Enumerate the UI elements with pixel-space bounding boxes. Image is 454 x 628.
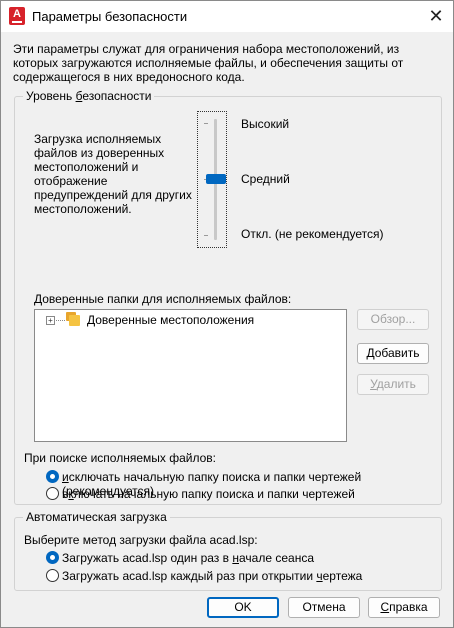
trusted-folders-tree[interactable]: + Доверенные местоположения bbox=[34, 309, 347, 442]
include-start-folder-label[interactable]: включать начальную папку поиска и папки … bbox=[62, 487, 355, 501]
load-every-drawing-radio[interactable] bbox=[46, 569, 59, 582]
level-off-label: Откл. (не рекомендуется) bbox=[241, 227, 384, 241]
load-once-label[interactable]: Загружать acad.lsp один раз в начале сеа… bbox=[62, 551, 314, 565]
ok-button[interactable]: OK bbox=[207, 597, 279, 618]
folder-icon bbox=[66, 312, 80, 326]
security-level-description: Загрузка исполняемых файлов из доверенны… bbox=[34, 132, 192, 216]
security-settings-dialog: A Параметры безопасности ✕ Эти параметры… bbox=[0, 0, 454, 628]
title-bar: A Параметры безопасности ✕ bbox=[1, 1, 453, 32]
level-medium-label: Средний bbox=[241, 172, 290, 186]
close-button[interactable]: ✕ bbox=[419, 1, 453, 32]
cancel-button[interactable]: Отмена bbox=[288, 597, 360, 618]
auto-load-group-title: Автоматическая загрузка bbox=[23, 510, 170, 524]
autocad-app-icon: A bbox=[9, 7, 25, 25]
load-method-label: Выберите метод загрузки файла acad.lsp: bbox=[24, 533, 258, 547]
add-button[interactable]: Добавить bbox=[357, 343, 429, 364]
browse-button[interactable]: Обзор... bbox=[357, 309, 429, 330]
close-icon: ✕ bbox=[428, 6, 444, 26]
intro-text: Эти параметры служат для ограничения наб… bbox=[13, 42, 404, 84]
slider-tick bbox=[204, 235, 208, 236]
remove-button[interactable]: Удалить bbox=[357, 374, 429, 395]
load-once-radio[interactable] bbox=[46, 551, 59, 564]
tree-item-trusted-locations[interactable]: Доверенные местоположения bbox=[87, 313, 254, 327]
tree-connector bbox=[56, 320, 65, 321]
window-title: Параметры безопасности bbox=[32, 9, 188, 24]
load-every-drawing-label[interactable]: Загружать acad.lsp каждый раз при открыт… bbox=[62, 569, 362, 583]
exclude-start-folder-radio[interactable] bbox=[46, 470, 59, 483]
security-level-group-title: Уровень безопасности bbox=[23, 89, 155, 103]
include-start-folder-radio[interactable] bbox=[46, 487, 59, 500]
expand-icon[interactable]: + bbox=[46, 316, 55, 325]
trusted-folders-label: Доверенные папки для исполняемых файлов: bbox=[34, 292, 292, 306]
help-button[interactable]: Справка bbox=[368, 597, 440, 618]
level-high-label: Высокий bbox=[241, 117, 290, 131]
search-label: При поиске исполняемых файлов: bbox=[24, 451, 216, 465]
slider-thumb[interactable] bbox=[206, 174, 226, 184]
slider-tick bbox=[204, 123, 208, 124]
